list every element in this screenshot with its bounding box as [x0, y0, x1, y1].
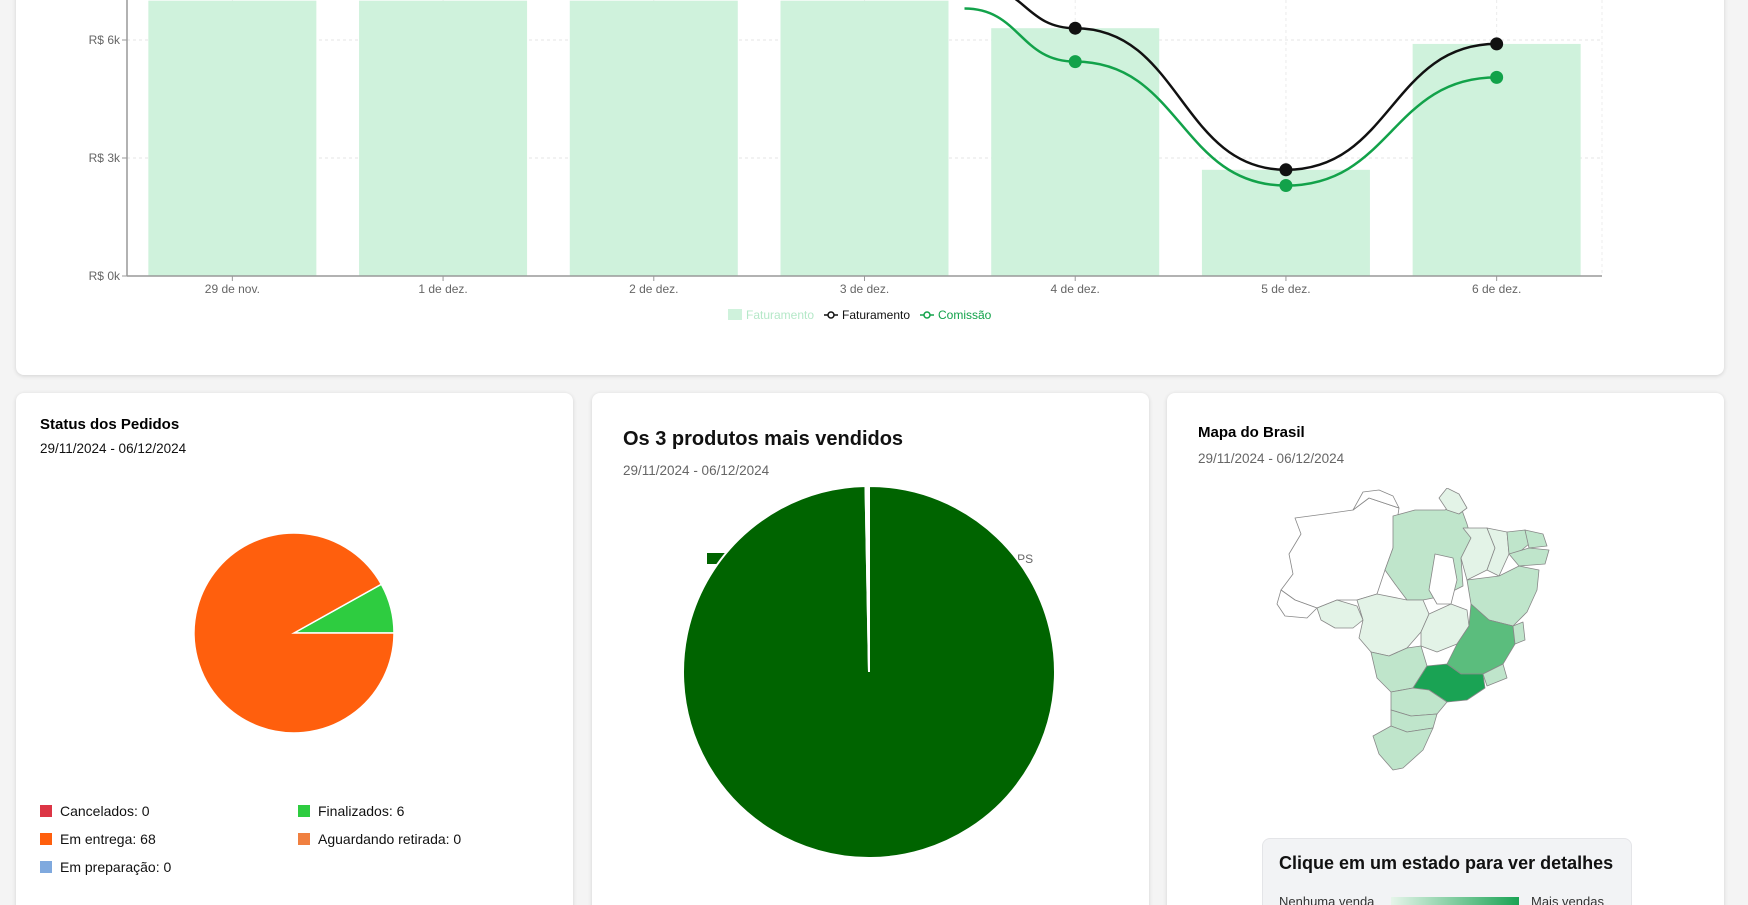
x-tick-label: 4 de dez.: [1051, 282, 1100, 296]
status-legend-item: Aguardando retirada: 0: [298, 831, 461, 847]
comissao-point: [1279, 179, 1293, 193]
map-info-panel: Clique em um estado para ver detalhes Ne…: [1262, 838, 1632, 905]
legend-swatch: [40, 805, 52, 817]
comissao-point: [1490, 70, 1504, 84]
ramp-low-label: Nenhuma venda: [1279, 894, 1375, 905]
ramp-high-label: Mais vendas: [1531, 894, 1604, 905]
y-tick-label: R$ 3k: [89, 151, 121, 165]
map-title: Mapa do Brasil: [1198, 424, 1305, 441]
legend-label: Cancelados: 0: [60, 803, 150, 819]
map-info-title: Clique em um estado para ver detalhes: [1279, 853, 1614, 873]
status-title: Status dos Pedidos: [40, 416, 180, 433]
legend-swatch: [298, 805, 310, 817]
bar-faturamento: [359, 0, 528, 277]
faturamento-point: [1068, 21, 1082, 35]
state-rn-pb[interactable]: [1524, 529, 1548, 549]
color-ramp: [1391, 897, 1519, 905]
bar-faturamento: [569, 0, 738, 277]
legend-label: Em entrega: 68: [60, 831, 156, 847]
sales-combo-chart: R$ 0k R$ 3k R$ 6k 29 de nov. 1 de dez. 2 de d…: [89, 0, 1603, 322]
x-tick-label: 2 de dez.: [629, 282, 678, 296]
legend-label: Em preparação: 0: [60, 859, 172, 875]
legend-label: Finalizados: 6: [318, 803, 405, 819]
state-pa[interactable]: [1384, 501, 1472, 601]
state-rs[interactable]: [1372, 725, 1434, 771]
legend-bar-swatch: [728, 309, 742, 320]
legend-line2-marker: [923, 311, 931, 319]
legend-bar-label: Faturamento: [746, 308, 814, 322]
products-title: Os 3 produtos mais vendidos: [623, 428, 904, 450]
pie-slice-em-entrega: [193, 532, 395, 734]
legend-label: Aguardando retirada: 0: [318, 831, 462, 847]
status-legend-item: Em preparação: 0: [40, 859, 171, 875]
x-tick-label: 3 de dez.: [840, 282, 889, 296]
status-legend-item: Em entrega: 68: [40, 831, 156, 847]
faturamento-point: [1279, 163, 1293, 177]
faturamento-point: [1490, 37, 1504, 51]
x-tick-label: 5 de dez.: [1261, 282, 1310, 296]
bar-faturamento: [780, 0, 949, 277]
order-status-card: Status dos Pedidos 29/11/2024 - 06/12/20…: [16, 393, 573, 905]
status-date-range: 29/11/2024 - 06/12/2024: [40, 441, 187, 456]
sales-chart-card: R$ 0k R$ 3k R$ 6k 29 de nov. 1 de dez. 2 de d…: [16, 0, 1724, 375]
products-date-range: 29/11/2024 - 06/12/2024: [623, 463, 770, 478]
map-date-range: 29/11/2024 - 06/12/2024: [1198, 451, 1345, 466]
y-tick-label: R$ 0k: [89, 269, 121, 283]
x-tick-label: 29 de nov.: [205, 282, 260, 296]
brazil-map: [1276, 488, 1550, 771]
legend-swatch: [40, 833, 52, 845]
legend-swatch: [298, 833, 310, 845]
legend-line2-label: Comissão: [938, 308, 992, 322]
legend-line1-label: Faturamento: [842, 308, 910, 322]
brazil-map-card: Mapa do Brasil 29/11/2024 - 06/12/2024 C…: [1167, 393, 1724, 905]
status-legend-item: Finalizados: 6: [298, 803, 404, 819]
bar-faturamento: [148, 0, 317, 277]
legend-line1-marker: [827, 311, 835, 319]
y-tick-label: R$ 6k: [89, 33, 121, 47]
legend-swatch: [40, 861, 52, 873]
state-es[interactable]: [1512, 621, 1526, 645]
comissao-point: [1068, 55, 1082, 69]
x-tick-label: 6 de dez.: [1472, 282, 1521, 296]
x-tick-label: 1 de dez.: [418, 282, 467, 296]
status-legend-item: Cancelados: 0: [40, 803, 150, 819]
state-am[interactable]: [1280, 497, 1400, 609]
top-products-card: Os 3 produtos mais vendidos 29/11/2024 -…: [592, 393, 1149, 905]
products-pie-chart: GLICO STOP 30mlARTTICURE 60 CAPSGEL ARTT…: [682, 484, 1056, 859]
status-pie-chart: [193, 532, 395, 734]
